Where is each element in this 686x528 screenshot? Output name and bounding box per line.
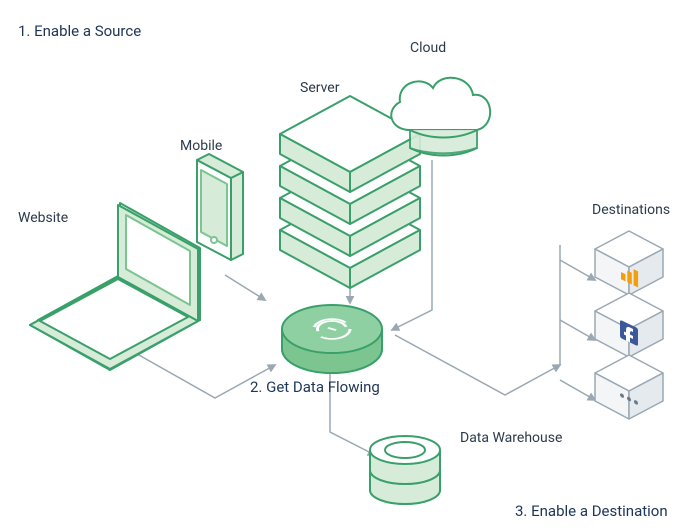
website-label: Website bbox=[18, 210, 68, 226]
step-1-label: 1. Enable a Source bbox=[18, 22, 141, 40]
destination-box-ga bbox=[595, 231, 663, 295]
destination-rail bbox=[560, 245, 595, 400]
diagram-canvas bbox=[0, 0, 686, 528]
data-warehouse-label: Data Warehouse bbox=[460, 430, 562, 446]
mobile-icon bbox=[197, 154, 243, 260]
mobile-label: Mobile bbox=[180, 138, 222, 154]
cloud-label: Cloud bbox=[410, 40, 446, 56]
website-icon bbox=[13, 157, 200, 370]
server-label: Server bbox=[300, 80, 339, 96]
destination-box-fb bbox=[595, 293, 663, 357]
step-3-label: 3. Enable a Destination bbox=[515, 502, 668, 520]
step-2-label: 2. Get Data Flowing bbox=[250, 378, 380, 396]
data-warehouse-icon bbox=[370, 436, 440, 504]
destination-box-more bbox=[595, 355, 663, 419]
destinations-stack bbox=[595, 231, 663, 419]
destinations-label: Destinations bbox=[592, 202, 670, 218]
hub-icon bbox=[282, 305, 382, 373]
